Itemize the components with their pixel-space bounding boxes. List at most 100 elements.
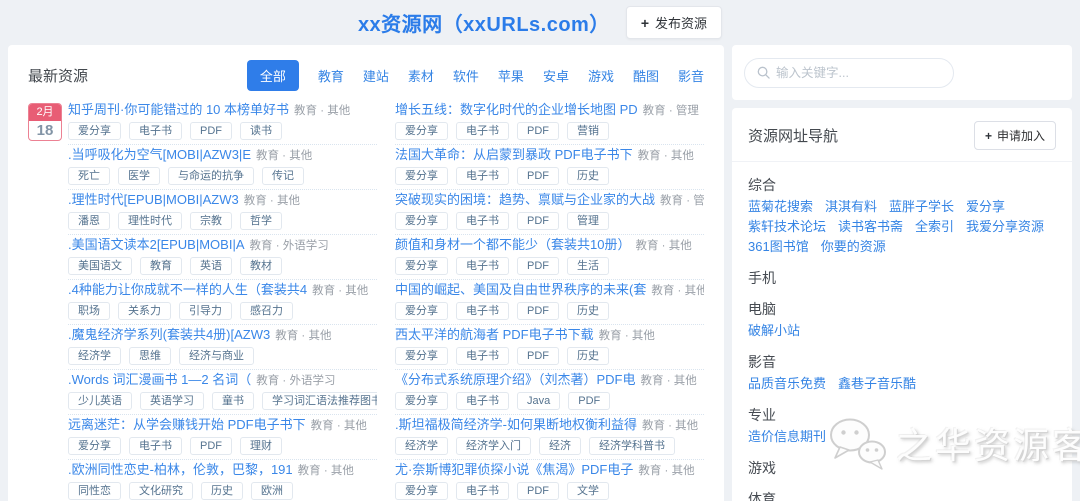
resource-title-link[interactable]: .欧洲同性恋史-柏林，伦敦，巴黎，191 <box>68 462 293 477</box>
tag-chip[interactable]: PDF <box>517 302 559 320</box>
tab-5[interactable]: 苹果 <box>498 66 524 85</box>
tag-chip[interactable]: 爱分享 <box>395 122 448 140</box>
tab-0[interactable]: 全部 <box>246 60 299 91</box>
tag-chip[interactable]: 生活 <box>567 257 609 275</box>
tag-chip[interactable]: 爱分享 <box>68 437 121 455</box>
tab-7[interactable]: 游戏 <box>588 66 614 85</box>
tag-chip[interactable]: 爱分享 <box>395 257 448 275</box>
nav-link[interactable]: 破解小站 <box>748 321 800 341</box>
tag-chip[interactable]: PDF <box>568 392 611 410</box>
tag-chip[interactable]: 文学 <box>567 482 609 500</box>
tag-chip[interactable]: 欧洲 <box>251 482 293 500</box>
tag-chip[interactable]: 少儿英语 <box>68 392 132 410</box>
tab-2[interactable]: 建站 <box>363 66 389 85</box>
tag-chip[interactable]: 传记 <box>262 167 304 185</box>
resource-title-link[interactable]: 《分布式系统原理介绍》（刘杰著）PDF电 <box>395 372 636 387</box>
tag-chip[interactable]: 电子书 <box>129 122 182 140</box>
resource-title-link[interactable]: 中国的崛起、美国及自由世界秩序的未来(套 <box>395 282 646 297</box>
tag-chip[interactable]: 职场 <box>68 302 110 320</box>
nav-link[interactable]: 鑫巷子音乐酷 <box>838 374 916 394</box>
resource-title-link[interactable]: .美国语文读本2[EPUB|MOBI|A <box>68 237 245 252</box>
tag-chip[interactable]: 经济学入门 <box>456 437 531 455</box>
tag-chip[interactable]: 理财 <box>240 437 282 455</box>
tab-9[interactable]: 影音 <box>678 66 704 85</box>
tag-chip[interactable]: 读书 <box>240 122 282 140</box>
nav-link[interactable]: 全索引 <box>915 217 954 237</box>
tag-chip[interactable]: 电子书 <box>456 167 509 185</box>
tag-chip[interactable]: 爱分享 <box>395 392 448 410</box>
nav-link[interactable]: 你要的资源 <box>821 237 886 257</box>
tag-chip[interactable]: 爱分享 <box>395 482 448 500</box>
tag-chip[interactable]: 历史 <box>567 167 609 185</box>
tab-3[interactable]: 素材 <box>408 66 434 85</box>
search-input[interactable] <box>776 65 941 80</box>
resource-title-link[interactable]: .当呼吸化为空气[MOBI|AZW3|E <box>68 147 251 162</box>
tag-chip[interactable]: 死亡 <box>68 167 110 185</box>
tag-chip[interactable]: 引导力 <box>179 302 232 320</box>
tag-chip[interactable]: 电子书 <box>456 392 509 410</box>
resource-title-link[interactable]: 法国大革命：从启蒙到暴政 PDF电子书下 <box>395 147 633 162</box>
tag-chip[interactable]: 爱分享 <box>68 122 121 140</box>
search-box[interactable] <box>744 57 954 88</box>
tag-chip[interactable]: 历史 <box>567 302 609 320</box>
tag-chip[interactable]: 英语 <box>190 257 232 275</box>
tab-8[interactable]: 酷图 <box>633 66 659 85</box>
resource-title-link[interactable]: .Words 词汇漫画书 1—2 名词（ <box>68 372 251 387</box>
tag-chip[interactable]: 教育 <box>140 257 182 275</box>
tag-chip[interactable]: PDF <box>517 212 559 230</box>
resource-title-link[interactable]: .理性时代[EPUB|MOBI|AZW3 <box>68 192 239 207</box>
tag-chip[interactable]: 美国语文 <box>68 257 132 275</box>
resource-title-link[interactable]: 西太平洋的航海者 PDF电子书下载 <box>395 327 594 342</box>
publish-resource-button[interactable]: 发布资源 <box>625 6 723 39</box>
tab-4[interactable]: 软件 <box>453 66 479 85</box>
resource-title-link[interactable]: 颜值和身材一个都不能少（套装共10册） <box>395 237 630 252</box>
tag-chip[interactable]: Java <box>517 392 561 410</box>
tag-chip[interactable]: PDF <box>190 437 232 455</box>
nav-link[interactable]: 蓝胖子学长 <box>889 197 954 217</box>
resource-title-link[interactable]: 突破现实的困境：趋势、禀赋与企业家的大战 <box>395 192 655 207</box>
tag-chip[interactable]: 营销 <box>567 122 609 140</box>
tag-chip[interactable]: 电子书 <box>456 302 509 320</box>
nav-link[interactable]: 造价信息期刊 <box>748 427 826 447</box>
tag-chip[interactable]: PDF <box>190 122 232 140</box>
tag-chip[interactable]: 电子书 <box>129 437 182 455</box>
tag-chip[interactable]: 文化研究 <box>129 482 193 500</box>
resource-title-link[interactable]: .斯坦福极简经济学-如何果断地权衡利益得 <box>395 417 637 432</box>
tag-chip[interactable]: 思维 <box>129 347 171 365</box>
tag-chip[interactable]: PDF <box>517 167 559 185</box>
tag-chip[interactable]: 管理 <box>567 212 609 230</box>
tag-chip[interactable]: 童书 <box>212 392 254 410</box>
tag-chip[interactable]: 经济 <box>539 437 581 455</box>
tag-chip[interactable]: 理性时代 <box>118 212 182 230</box>
nav-link[interactable]: 淇淇有料 <box>825 197 877 217</box>
nav-link[interactable]: 蓝菊花搜索 <box>748 197 813 217</box>
resource-title-link[interactable]: 尤·奈斯博犯罪侦探小说《焦渴》PDF电子 <box>395 462 633 477</box>
nav-link[interactable]: 紫轩技术论坛 <box>748 217 826 237</box>
nav-link[interactable]: 读书客书斋 <box>838 217 903 237</box>
resource-title-link[interactable]: 知乎周刊·你可能错过的 10 本榜单好书 <box>68 102 289 117</box>
tab-1[interactable]: 教育 <box>318 66 344 85</box>
tag-chip[interactable]: 电子书 <box>456 212 509 230</box>
tag-chip[interactable]: 电子书 <box>456 257 509 275</box>
tag-chip[interactable]: 电子书 <box>456 482 509 500</box>
tag-chip[interactable]: PDF <box>517 347 559 365</box>
nav-link[interactable]: 361图书馆 <box>748 237 809 257</box>
tag-chip[interactable]: 哲学 <box>240 212 282 230</box>
tag-chip[interactable]: 经济与商业 <box>179 347 254 365</box>
tag-chip[interactable]: 经济学科普书 <box>589 437 675 455</box>
apply-join-button[interactable]: 申请加入 <box>973 121 1056 150</box>
tag-chip[interactable]: 电子书 <box>456 347 509 365</box>
tag-chip[interactable]: 爱分享 <box>395 212 448 230</box>
resource-title-link[interactable]: 远离迷茫：从学会赚钱开始 PDF电子书下 <box>68 417 306 432</box>
tag-chip[interactable]: PDF <box>517 482 559 500</box>
tag-chip[interactable]: PDF <box>517 257 559 275</box>
tag-chip[interactable]: 与命运的抗争 <box>168 167 254 185</box>
tag-chip[interactable]: 英语学习 <box>140 392 204 410</box>
tab-6[interactable]: 安卓 <box>543 66 569 85</box>
tag-chip[interactable]: 同性恋 <box>68 482 121 500</box>
tag-chip[interactable]: 医学 <box>118 167 160 185</box>
tag-chip[interactable]: PDF <box>517 122 559 140</box>
tag-chip[interactable]: 经济学 <box>68 347 121 365</box>
tag-chip[interactable]: 爱分享 <box>395 347 448 365</box>
tag-chip[interactable]: 教材 <box>240 257 282 275</box>
